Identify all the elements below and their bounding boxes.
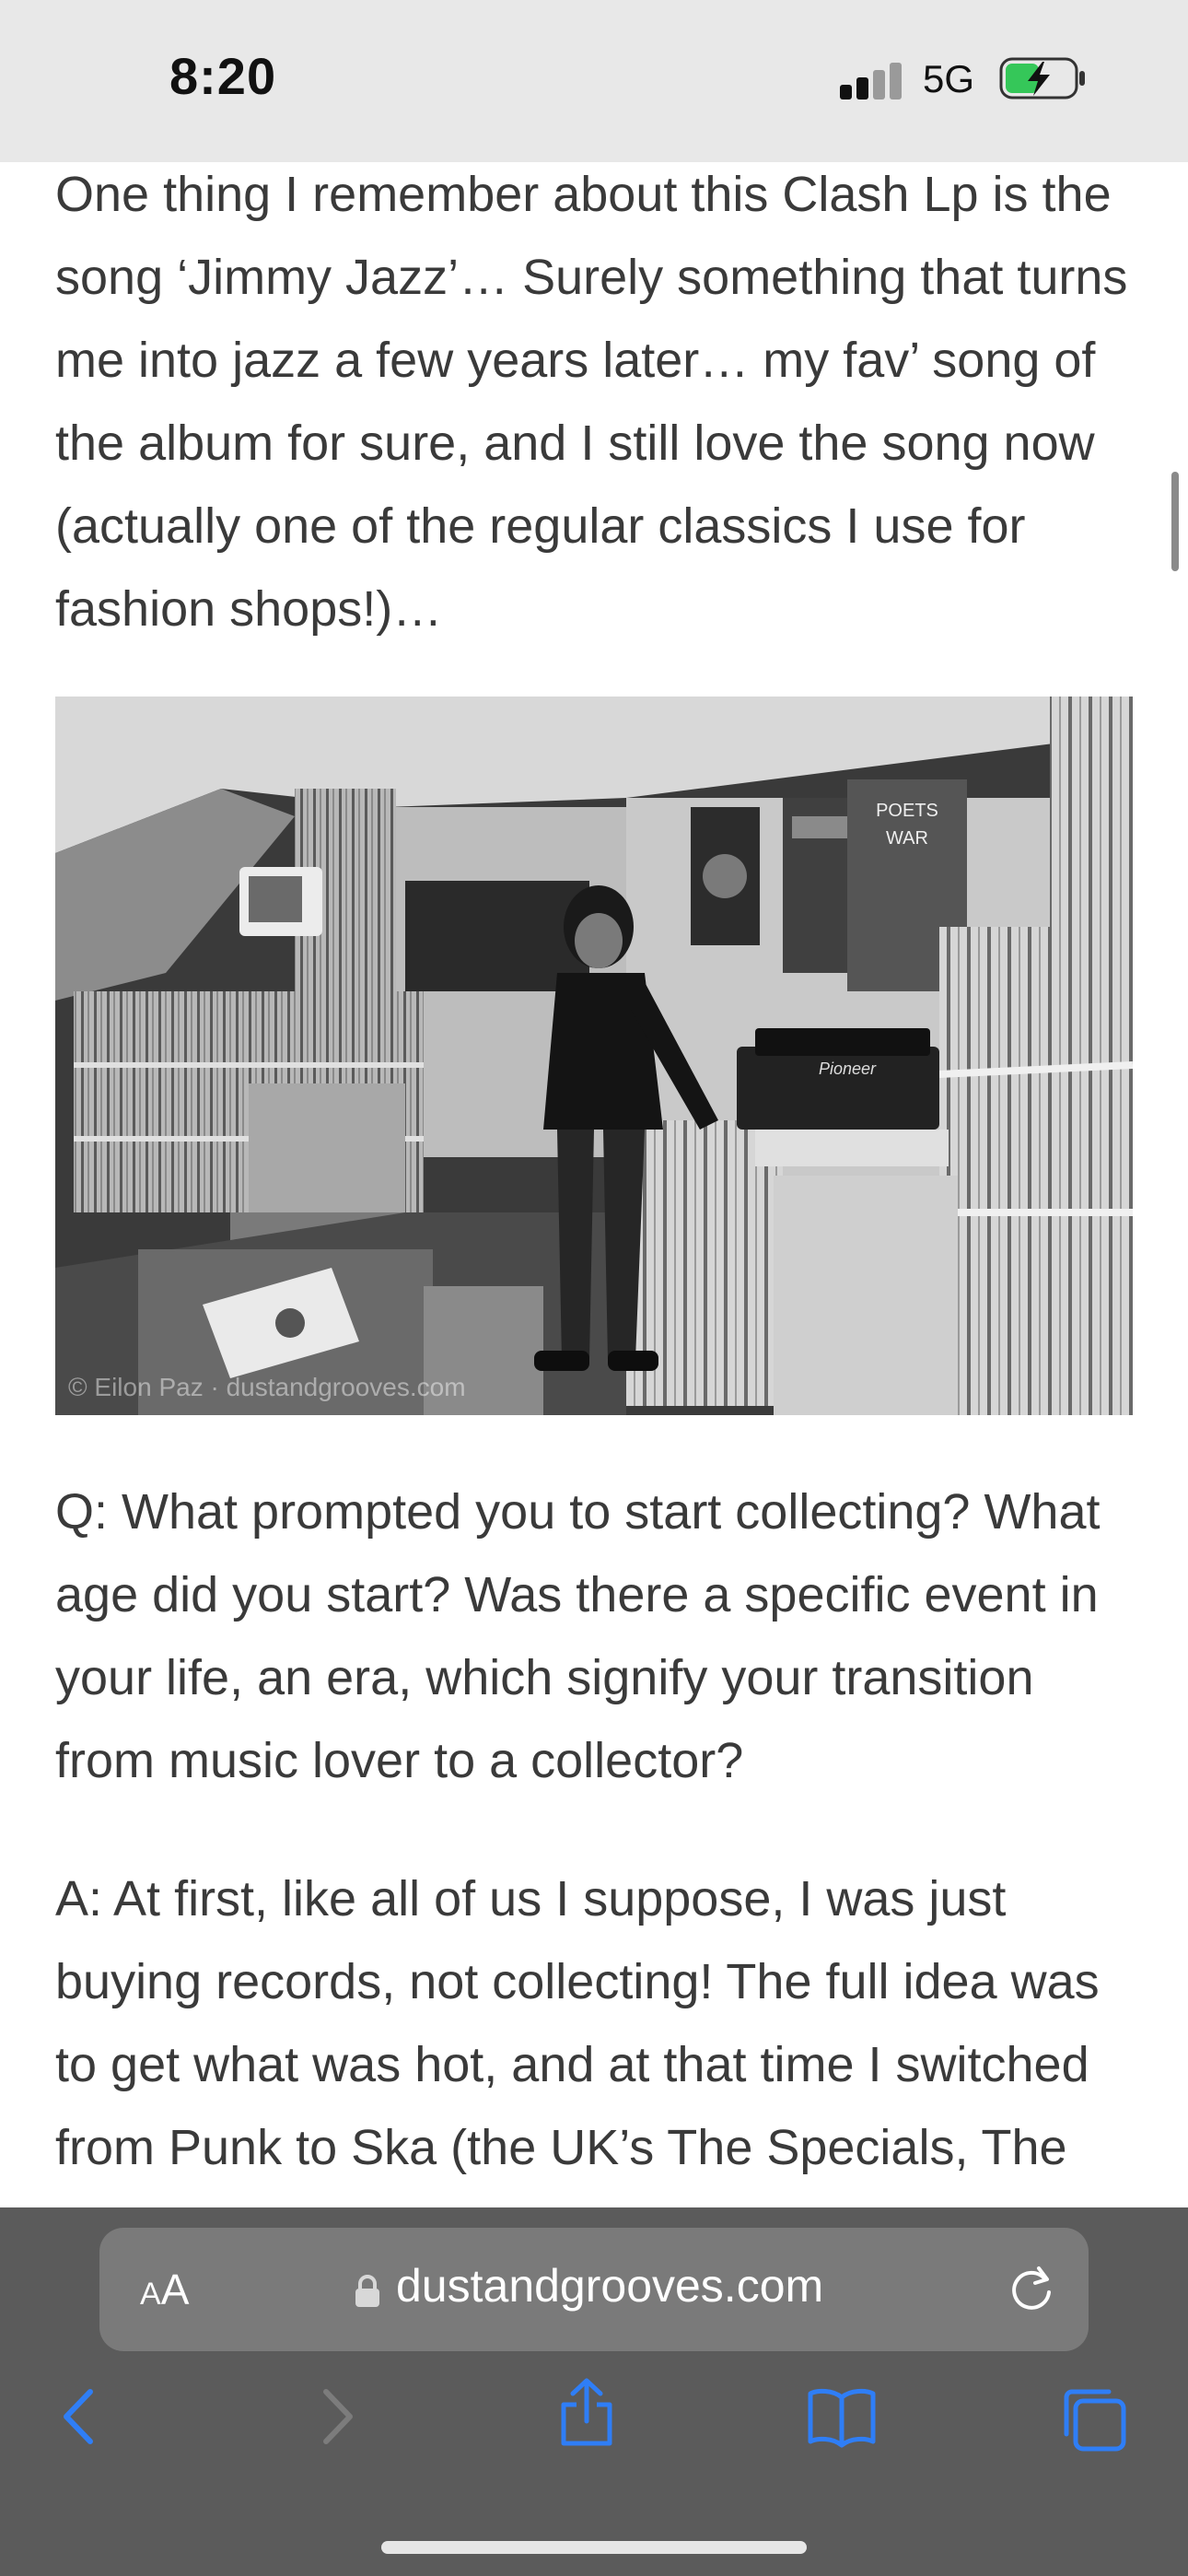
status-bar: 8:20 5G [0,0,1188,162]
article-paragraph-1: One thing I remember about this Clash Lp… [55,167,1128,637]
tabs-icon[interactable] [1059,2384,1129,2459]
browser-toolbar: AA dustandgrooves.com [0,2207,1188,2576]
address-bar[interactable]: AA dustandgrooves.com [99,2228,1089,2351]
record-room-photo: POETS WAR Pioneer © Eilon Paz · dustandg… [55,697,1133,1415]
poster-text-war: WAR [886,828,928,849]
cellular-signal-icon [840,63,904,100]
forward-icon [313,2384,359,2453]
battery-charging-icon [999,57,1088,100]
back-icon[interactable] [57,2384,103,2453]
home-indicator[interactable] [381,2541,807,2554]
lock-icon [354,2274,381,2313]
url-text[interactable]: dustandgrooves.com [396,2259,823,2313]
status-time: 8:20 [169,47,277,105]
article-paragraph-3: A: At first, like all of us I suppose, I… [55,1871,1100,2207]
photo-watermark: © Eilon Paz · dustandgrooves.com [68,1373,466,1401]
article-paragraph-2: Q: What prompted you to start collecting… [55,1484,1101,1788]
share-icon[interactable] [554,2375,619,2453]
bookmarks-icon[interactable] [805,2384,879,2453]
scroll-indicator[interactable] [1171,472,1179,571]
turntable-brand-label: Pioneer [819,1060,877,1078]
network-type: 5G [923,57,975,100]
reload-icon[interactable] [1004,2261,1059,2321]
article-content: One thing I remember about this Clash Lp… [0,162,1188,2207]
poster-text-poets: POETS [876,801,938,821]
text-size-button[interactable]: AA [140,2265,189,2314]
